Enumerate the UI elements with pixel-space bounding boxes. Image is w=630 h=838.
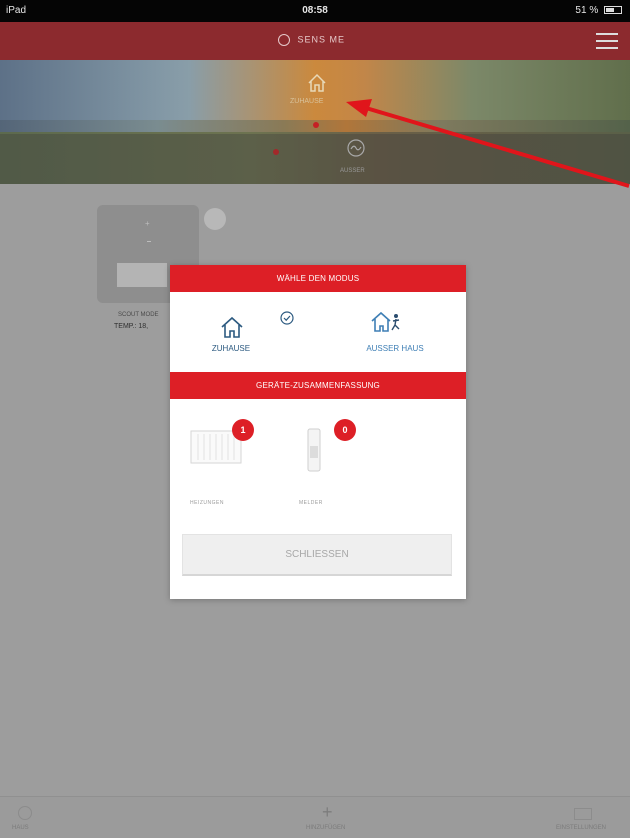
sensor-label: MELDER bbox=[299, 500, 323, 506]
home-tab-icon[interactable] bbox=[306, 72, 328, 94]
nav-settings-icon[interactable] bbox=[574, 808, 592, 820]
device-display bbox=[117, 263, 167, 287]
sensor-icon bbox=[307, 428, 321, 472]
heater-label: HEIZUNGEN bbox=[190, 500, 224, 506]
device-temperature: TEMP.: 18, bbox=[114, 323, 149, 330]
mode-home-label[interactable]: ZUHAUSE bbox=[196, 344, 266, 353]
hamburger-menu-icon[interactable] bbox=[596, 33, 618, 49]
heater-count-badge: 1 bbox=[232, 419, 254, 441]
device-toggle[interactable] bbox=[204, 208, 226, 230]
status-bar: iPad 08:58 51 % bbox=[0, 0, 630, 22]
home-tab-label: ZUHAUSE bbox=[290, 98, 324, 105]
nav-add-icon[interactable]: + bbox=[322, 802, 333, 823]
away-tab-icon[interactable] bbox=[346, 138, 366, 158]
active-tab-indicator bbox=[313, 122, 319, 128]
nav-add-label: HINZUFÜGEN bbox=[306, 825, 346, 831]
sensor-count-badge: 0 bbox=[334, 419, 356, 441]
temp-down-icon bbox=[147, 241, 151, 242]
away-tab-label: AUSSER bbox=[340, 168, 365, 174]
temp-up-icon: + bbox=[145, 219, 150, 228]
mode-away-icon[interactable] bbox=[370, 307, 404, 337]
banner-shade bbox=[0, 134, 630, 184]
inactive-tab-indicator bbox=[273, 149, 279, 155]
mode-dialog-header: WÄHLE DEN MODUS bbox=[170, 265, 466, 292]
logo-text: SENS ME bbox=[297, 34, 346, 45]
device-summary: 1 0 HEIZUNGEN MELDER bbox=[170, 400, 466, 506]
nav-settings-label: EINSTELLUNGEN bbox=[556, 825, 607, 831]
nav-home-icon[interactable] bbox=[18, 806, 32, 820]
mode-away-label[interactable]: AUSSER HAUS bbox=[350, 344, 440, 353]
battery-percent: 51 % bbox=[575, 5, 599, 16]
summary-header: GERÄTE-ZUSAMMENFASSUNG bbox=[170, 372, 466, 399]
mode-dialog: WÄHLE DEN MODUS ZUHAUSE AUSSER HAUS GERÄ… bbox=[170, 265, 466, 599]
battery-icon bbox=[604, 6, 622, 15]
clock-label: 08:58 bbox=[302, 5, 328, 16]
close-button[interactable]: SCHLIESSEN bbox=[182, 534, 452, 576]
app-header: SENS ME bbox=[0, 22, 630, 60]
device-name: SCOUT MODE bbox=[118, 312, 159, 318]
bottom-navigation: HAUS HINZUFÜGEN EINSTELLUNGEN bbox=[0, 796, 630, 838]
battery-status: 51 % bbox=[575, 5, 622, 16]
nav-home-label: HAUS bbox=[12, 825, 29, 831]
logo-mark-icon bbox=[278, 34, 290, 46]
mode-home-icon[interactable] bbox=[210, 307, 282, 349]
selected-check-icon bbox=[280, 311, 294, 325]
app-logo: SENS ME bbox=[278, 34, 345, 46]
